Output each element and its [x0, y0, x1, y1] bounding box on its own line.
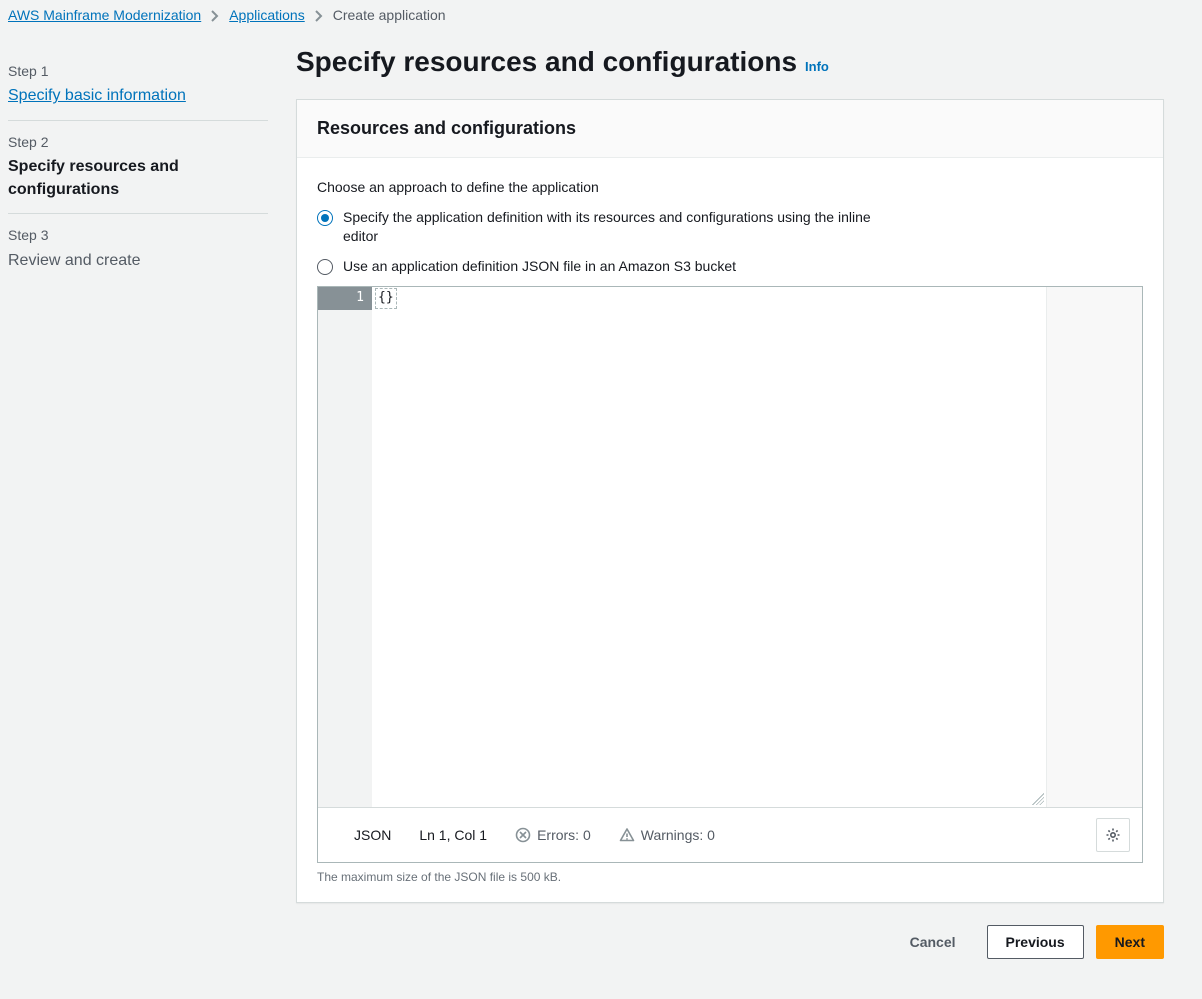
radio-label: Specify the application definition with … — [343, 208, 903, 247]
resize-handle[interactable] — [1032, 793, 1044, 805]
editor-hint: The maximum size of the JSON file is 500… — [317, 869, 1143, 886]
warning-icon — [619, 827, 635, 843]
json-editor: 1 {} JSON Ln 1, Col 1 — [317, 286, 1143, 863]
panel-title: Resources and configurations — [317, 116, 1143, 141]
editor-settings-button[interactable] — [1096, 818, 1130, 852]
breadcrumb: AWS Mainframe Modernization Applications… — [0, 0, 1202, 38]
editor-status-bar: JSON Ln 1, Col 1 Errors: 0 — [318, 807, 1142, 862]
step-label: Step 2 — [8, 133, 268, 153]
chevron-right-icon — [315, 10, 323, 22]
cancel-button[interactable]: Cancel — [891, 925, 975, 959]
step-label: Step 3 — [8, 226, 268, 246]
wizard-step-review: Review and create — [8, 250, 268, 272]
radio-inline-editor[interactable]: Specify the application definition with … — [317, 208, 1143, 247]
editor-cursor-position: Ln 1, Col 1 — [419, 826, 487, 846]
info-link[interactable]: Info — [805, 58, 829, 76]
editor-language: JSON — [354, 826, 391, 846]
wizard-step-basic-info[interactable]: Specify basic information — [8, 85, 268, 107]
editor-content: {} — [376, 289, 396, 307]
editor-errors: Errors: 0 — [515, 826, 591, 846]
editor-gutter: 1 — [318, 287, 372, 807]
radio-icon — [317, 210, 333, 226]
gear-icon — [1105, 827, 1121, 843]
error-icon — [515, 827, 531, 843]
radio-label: Use an application definition JSON file … — [343, 257, 736, 277]
wizard-step-resources: Specify resources and configurations — [8, 156, 268, 201]
main-content: Specify resources and configurations Inf… — [280, 38, 1180, 980]
breadcrumb-current: Create application — [333, 6, 446, 26]
approach-label: Choose an approach to define the applica… — [317, 178, 1143, 198]
resources-panel: Resources and configurations Choose an a… — [296, 99, 1164, 903]
line-number: 1 — [318, 287, 372, 309]
editor-textarea[interactable]: {} — [372, 287, 1046, 807]
next-button[interactable]: Next — [1096, 925, 1164, 959]
wizard-footer: Cancel Previous Next — [296, 925, 1164, 959]
breadcrumb-applications[interactable]: Applications — [229, 6, 305, 26]
page-title: Specify resources and configurations — [296, 42, 797, 81]
previous-button[interactable]: Previous — [987, 925, 1084, 959]
editor-minimap[interactable] — [1046, 287, 1142, 807]
radio-s3-file[interactable]: Use an application definition JSON file … — [317, 257, 1143, 277]
wizard-nav: Step 1 Specify basic information Step 2 … — [0, 38, 280, 980]
chevron-right-icon — [211, 10, 219, 22]
radio-icon — [317, 259, 333, 275]
step-label: Step 1 — [8, 62, 268, 82]
editor-warnings: Warnings: 0 — [619, 826, 715, 846]
breadcrumb-root[interactable]: AWS Mainframe Modernization — [8, 6, 201, 26]
